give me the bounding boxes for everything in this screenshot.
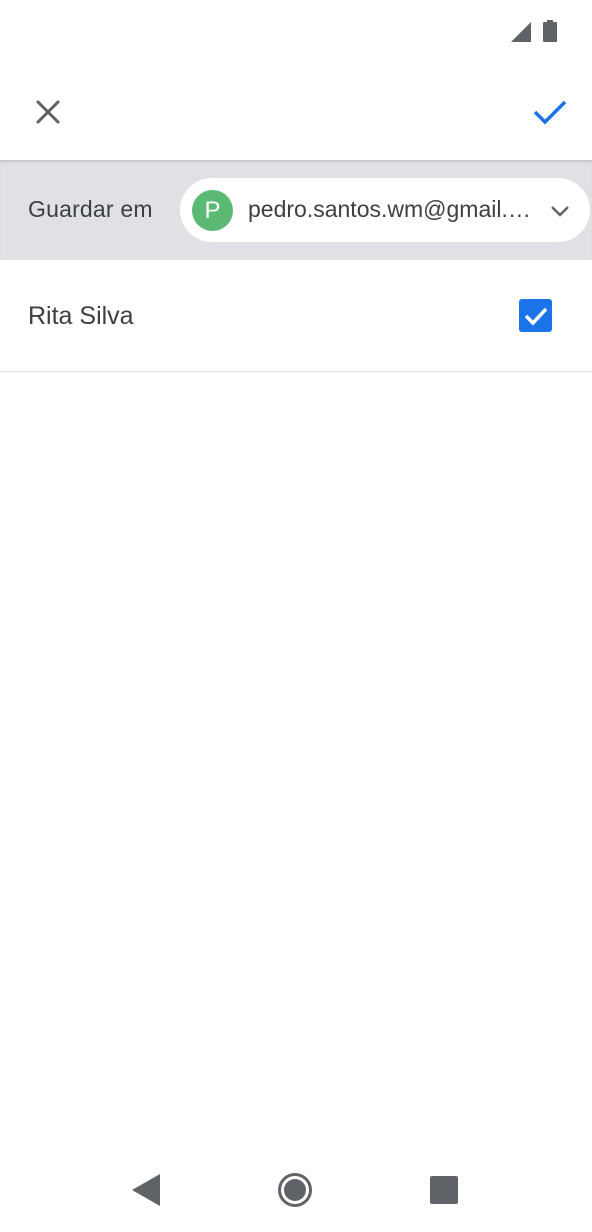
battery-icon <box>543 20 557 42</box>
contact-row[interactable]: Rita Silva <box>0 260 592 372</box>
save-to-label: Guardar em <box>28 196 153 222</box>
app-bar <box>0 64 592 160</box>
recents-icon[interactable] <box>430 1176 458 1204</box>
save-button[interactable] <box>524 86 576 138</box>
account-bar: Guardar em P pedro.santos.wm@gmail.com <box>0 160 592 260</box>
home-icon[interactable] <box>277 1172 313 1208</box>
checkmark-icon <box>524 307 547 326</box>
account-selector[interactable]: P pedro.santos.wm@gmail.com <box>180 178 590 242</box>
screen: Guardar em P pedro.santos.wm@gmail.com R… <box>0 0 592 1232</box>
nav-bar <box>0 1148 592 1232</box>
chevron-down-icon <box>551 206 569 217</box>
avatar: P <box>192 190 233 231</box>
account-email: pedro.santos.wm@gmail.com <box>248 196 540 222</box>
contact-checkbox[interactable] <box>519 299 552 332</box>
contact-name: Rita Silva <box>28 302 134 330</box>
check-icon <box>533 100 567 125</box>
signal-icon <box>511 22 531 42</box>
back-icon[interactable] <box>128 1170 164 1210</box>
status-bar <box>0 0 592 64</box>
close-button[interactable] <box>22 86 74 138</box>
close-icon <box>35 99 61 125</box>
